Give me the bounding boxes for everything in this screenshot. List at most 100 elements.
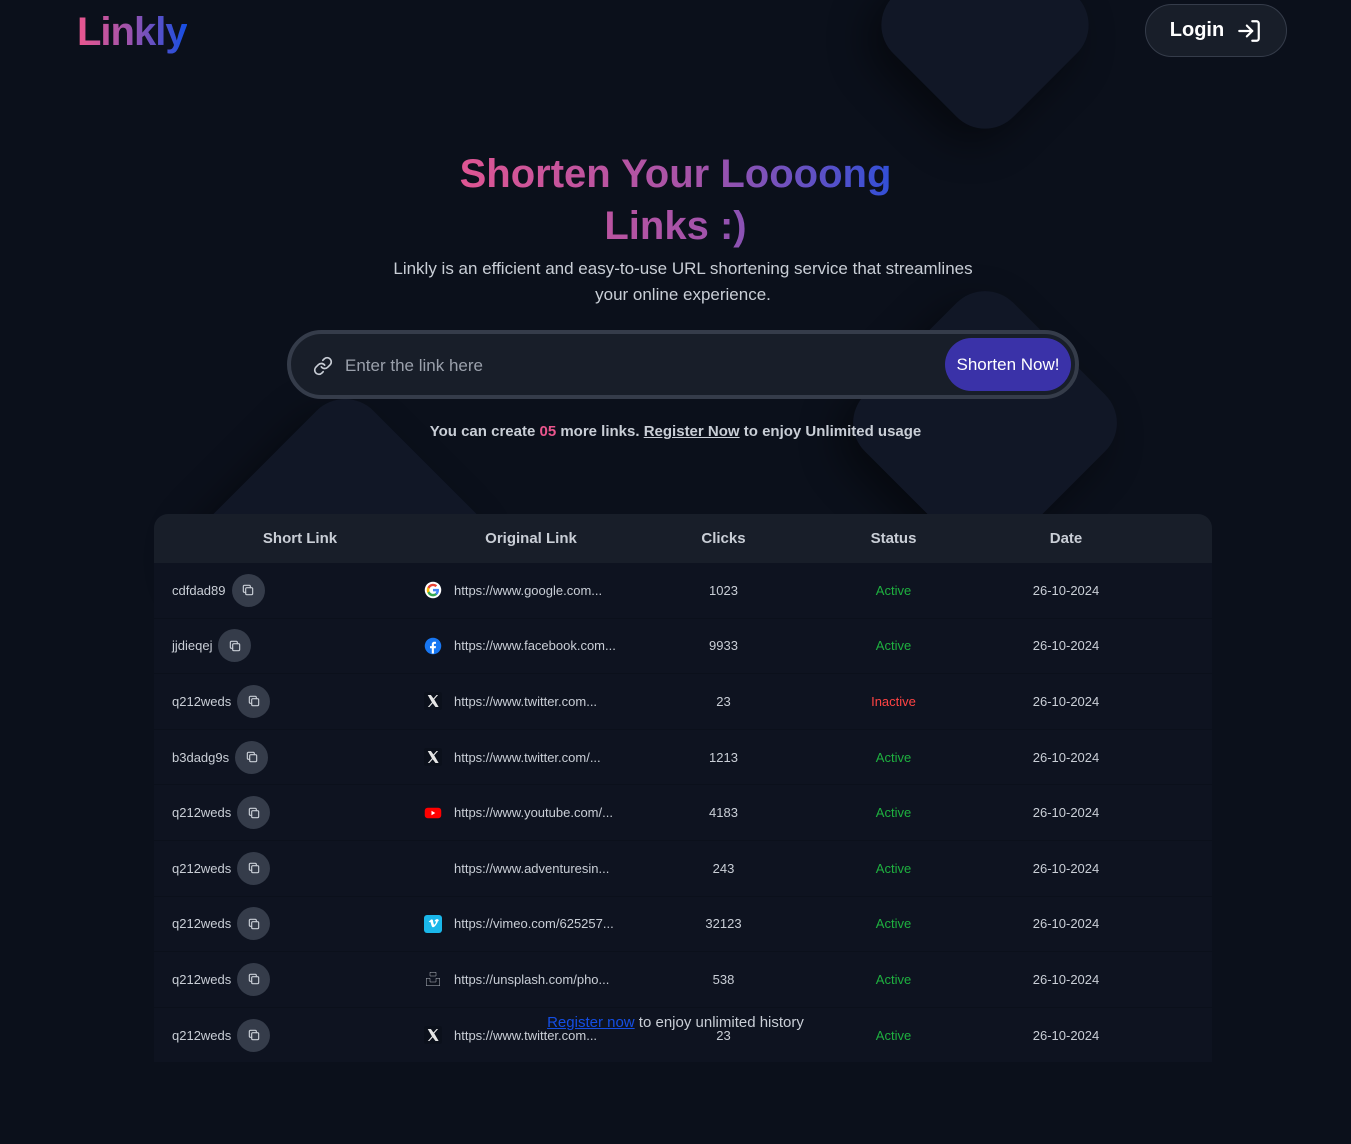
original-link-cell: https://www.twitter.com/...: [386, 748, 656, 767]
short-link-cell: q212weds: [154, 962, 386, 996]
table-row: q212weds https://www.twitter.com... 23 Inac…: [154, 674, 1212, 730]
copy-button[interactable]: [237, 907, 271, 941]
original-link[interactable]: https://www.twitter.com...: [454, 694, 597, 709]
status-badge: Active: [875, 971, 912, 987]
short-link[interactable]: q212weds: [172, 861, 231, 876]
copy-button[interactable]: [218, 629, 252, 663]
copy-icon: [245, 750, 259, 764]
youtube-icon: [424, 804, 442, 822]
table-row: q212weds https://www.adventuresin... 243 Ac…: [154, 840, 1212, 897]
original-link-cell: https://www.youtube.com/...: [386, 804, 656, 822]
copy-icon: [228, 639, 242, 653]
original-link-cell: https://vimeo.com/625257...: [386, 914, 656, 933]
original-link-cell: https://www.facebook.com...: [386, 637, 656, 655]
header-date: Date: [1049, 530, 1083, 547]
copy-button[interactable]: [237, 962, 271, 996]
original-link-cell: https://www.adventuresin...: [386, 859, 656, 877]
link-icon: [313, 356, 333, 376]
background-shape: [864, 0, 1106, 146]
short-link-cell: q212weds: [154, 796, 386, 830]
copy-button[interactable]: [237, 684, 271, 718]
login-button[interactable]: Login: [1145, 4, 1287, 57]
original-link[interactable]: https://www.youtube.com/...: [454, 805, 613, 820]
clicks-cell: 1213: [709, 749, 738, 765]
original-link[interactable]: https://www.google.com...: [454, 583, 602, 598]
short-link-cell: q212weds: [154, 684, 386, 718]
table-row: q212weds https://unsplash.com/pho... 538 Ac…: [154, 952, 1212, 1008]
copy-icon: [241, 583, 255, 597]
copy-button[interactable]: [237, 796, 271, 830]
register-now-link[interactable]: Register Now: [644, 423, 740, 440]
logo[interactable]: Linkly: [77, 10, 188, 55]
copy-icon: [247, 972, 261, 986]
clicks-cell: 538: [712, 971, 735, 987]
short-link-cell: cdfdad89: [154, 573, 386, 607]
table-row: b3dadg9s https://www.twitter.com/... 1213 A…: [154, 729, 1212, 786]
short-link[interactable]: cdfdad89: [172, 583, 226, 598]
short-link[interactable]: q212weds: [172, 916, 231, 931]
remaining-links-count: 05: [539, 423, 557, 440]
copy-button[interactable]: [235, 740, 269, 774]
short-link[interactable]: b3dadg9s: [172, 750, 229, 765]
clicks-cell: 9933: [709, 638, 738, 654]
date-cell: 26-10-2024: [1032, 916, 1100, 932]
x-icon: [424, 748, 442, 767]
hero-title: Shorten Your Loooong Links :): [0, 148, 1351, 252]
copy-icon: [247, 806, 261, 820]
short-link[interactable]: q212weds: [172, 972, 231, 987]
status-badge: Active: [875, 860, 912, 876]
copy-icon: [247, 861, 261, 875]
sign-in-icon: [1238, 19, 1261, 42]
date-cell: 26-10-2024: [1032, 582, 1100, 598]
table-row: q212weds https://vimeo.com/625257... 32123…: [154, 896, 1212, 953]
table-row: jjdieqej https://www.facebook.com... 9933 A…: [154, 618, 1212, 675]
date-cell: 26-10-2024: [1032, 638, 1100, 654]
original-link-cell: https://unsplash.com/pho...: [386, 970, 656, 988]
short-link-cell: q212weds: [154, 851, 386, 885]
date-cell: 26-10-2024: [1032, 971, 1100, 987]
google-icon: [424, 581, 442, 599]
original-link[interactable]: https://www.facebook.com...: [454, 638, 616, 653]
short-link[interactable]: q212weds: [172, 805, 231, 820]
clicks-cell: 243: [712, 860, 735, 876]
link-input[interactable]: [343, 348, 927, 384]
facebook-icon: [424, 637, 442, 655]
table-row: q212weds https://www.youtube.com/... 4183 A…: [154, 785, 1212, 841]
copy-button[interactable]: [237, 851, 271, 885]
original-link-cell: https://www.google.com...: [386, 581, 656, 599]
original-link-cell: https://www.twitter.com...: [386, 692, 656, 711]
header-clicks: Clicks: [701, 530, 746, 547]
original-link[interactable]: https://unsplash.com/pho...: [454, 972, 609, 987]
hero-subtitle: Linkly is an efficient and easy-to-use U…: [393, 259, 973, 304]
status-badge: Active: [875, 582, 912, 598]
unsplash-icon: [424, 970, 442, 988]
copy-icon: [247, 694, 261, 708]
original-link[interactable]: https://www.twitter.com/...: [454, 750, 601, 765]
shorten-form: Shorten Now!: [287, 330, 1079, 399]
clicks-cell: 1023: [709, 582, 738, 598]
status-badge: Active: [875, 749, 912, 765]
original-link[interactable]: https://vimeo.com/625257...: [454, 916, 614, 931]
short-link-cell: jjdieqej: [154, 629, 386, 663]
header-short-link: Short Link: [262, 530, 338, 547]
register-now-history-link[interactable]: Register now: [547, 1014, 635, 1031]
date-cell: 26-10-2024: [1032, 693, 1100, 709]
copy-button[interactable]: [231, 573, 265, 607]
date-cell: 26-10-2024: [1032, 805, 1100, 821]
header-original-link: Original Link: [485, 530, 577, 547]
short-link[interactable]: jjdieqej: [172, 638, 212, 653]
favicon-blank: [424, 859, 442, 877]
original-link[interactable]: https://www.adventuresin...: [454, 861, 609, 876]
clicks-cell: 4183: [709, 805, 738, 821]
usage-notice: You can create 05 more links. Register N…: [429, 423, 922, 440]
short-link[interactable]: q212weds: [172, 694, 231, 709]
clicks-cell: 23: [716, 693, 731, 709]
status-badge: Active: [875, 638, 912, 654]
table-row: cdfdad89 https://www.google.com... 1023 Act…: [154, 563, 1212, 619]
date-cell: 26-10-2024: [1032, 860, 1100, 876]
status-badge: Inactive: [871, 693, 916, 709]
history-overlay: Register now to enjoy unlimited history: [547, 1014, 804, 1031]
copy-icon: [247, 917, 261, 931]
shorten-button[interactable]: Shorten Now!: [945, 338, 1071, 391]
links-table: Short Link Original Link Clicks Status D…: [154, 514, 1212, 1064]
